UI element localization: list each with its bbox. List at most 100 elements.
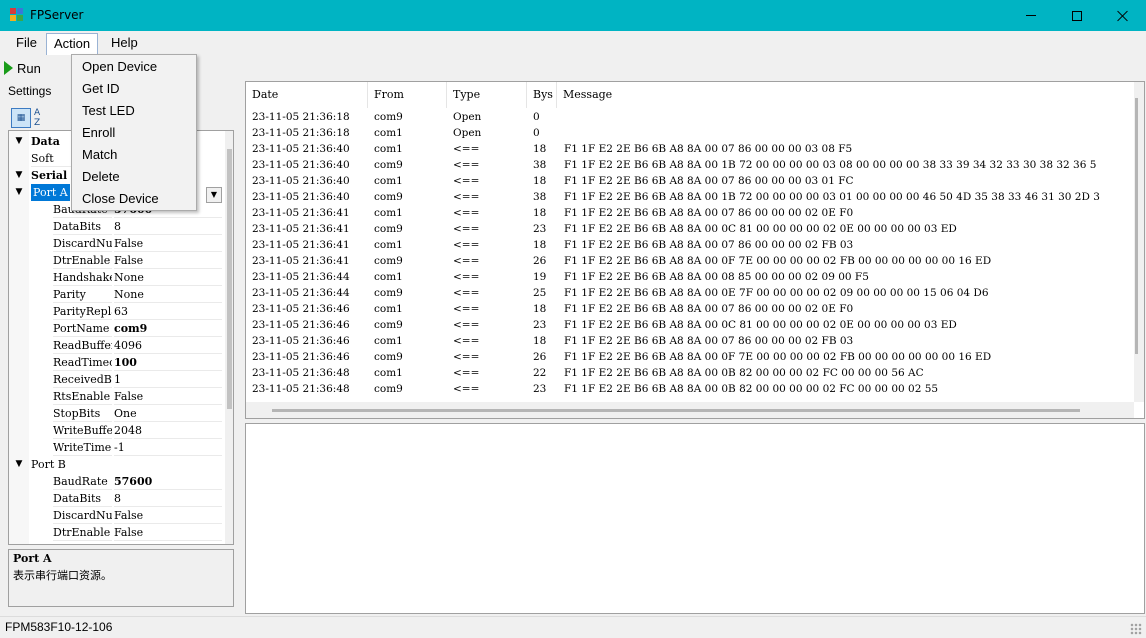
property-row[interactable]: DtrEnable False: [9, 524, 225, 541]
menu-help[interactable]: Help: [104, 33, 145, 55]
log-row[interactable]: 23-11-05 21:36:40 com1 <== 18 F1 1F E2 2E B6…: [246, 173, 1134, 189]
cell-type: <==: [453, 303, 480, 315]
property-row[interactable]: WriteTimeout-1: [9, 439, 225, 456]
property-value[interactable]: None: [114, 286, 222, 303]
property-row[interactable]: BaudRate57600: [9, 473, 225, 490]
cell-message: F1 1F E2 2E B6 6B A8 8A 00 08 85 00 00 0…: [564, 271, 869, 283]
property-value[interactable]: False: [114, 235, 222, 252]
scrollbar-thumb[interactable]: [272, 409, 1080, 412]
property-value[interactable]: One: [114, 405, 222, 422]
log-row[interactable]: 23-11-05 21:36:41 com1 <== 18 F1 1F E2 2E B6…: [246, 237, 1134, 253]
cell-bys: 18: [533, 239, 547, 251]
property-value[interactable]: 8: [114, 490, 222, 507]
window-title: FPServer: [30, 8, 84, 22]
property-value[interactable]: 100: [114, 354, 222, 371]
category-label: Data: [31, 135, 60, 148]
log-row[interactable]: 23-11-05 21:36:40 com9 <== 38 F1 1F E2 2E B6…: [246, 157, 1134, 173]
property-value[interactable]: 4096: [114, 337, 222, 354]
log-row[interactable]: 23-11-05 21:36:46 com9 <== 26 F1 1F E2 2E B6…: [246, 349, 1134, 365]
output-textbox[interactable]: [245, 423, 1145, 614]
minimize-button[interactable]: [1008, 0, 1054, 31]
log-row[interactable]: 23-11-05 21:36:41 com1 <== 18 F1 1F E2 2E B6…: [246, 205, 1134, 221]
collapse-icon[interactable]: ▼: [12, 167, 26, 184]
log-row[interactable]: 23-11-05 21:36:46 com9 <== 23 F1 1F E2 2E B6…: [246, 317, 1134, 333]
property-value[interactable]: 1: [114, 371, 222, 388]
run-button[interactable]: Run: [4, 58, 41, 78]
log-horizontal-scrollbar[interactable]: [246, 402, 1134, 418]
categorized-view-button[interactable]: ▦: [11, 108, 31, 128]
menu-item-delete[interactable]: Delete: [72, 166, 196, 188]
log-row[interactable]: 23-11-05 21:36:44 com1 <== 19 F1 1F E2 2E B6…: [246, 269, 1134, 285]
log-row[interactable]: 23-11-05 21:36:48 com1 <== 22 F1 1F E2 2E B6…: [246, 365, 1134, 381]
property-value[interactable]: None: [114, 269, 222, 286]
property-value[interactable]: False: [114, 388, 222, 405]
menu-item-test-led[interactable]: Test LED: [72, 100, 196, 122]
log-row[interactable]: 23-11-05 21:36:41 com9 <== 26 F1 1F E2 2E B6…: [246, 253, 1134, 269]
log-row[interactable]: 23-11-05 21:36:44 com9 <== 25 F1 1F E2 2E B6…: [246, 285, 1134, 301]
property-row[interactable]: RtsEnable False: [9, 388, 225, 405]
menu-item-match[interactable]: Match: [72, 144, 196, 166]
property-row[interactable]: ReadBufferSize4096: [9, 337, 225, 354]
property-value[interactable]: 8: [114, 218, 222, 235]
property-name: Handshake: [53, 271, 112, 286]
property-row[interactable]: Parity None: [9, 286, 225, 303]
cell-from: com9: [374, 255, 403, 267]
log-row[interactable]: 23-11-05 21:36:18 com9 Open 0: [246, 109, 1134, 125]
property-row[interactable]: DiscardNullFalse: [9, 507, 225, 524]
property-value[interactable]: False: [114, 507, 222, 524]
property-row[interactable]: DiscardNullFalse: [9, 235, 225, 252]
property-value[interactable]: 2048: [114, 422, 222, 439]
column-header-bys[interactable]: Bys: [527, 82, 557, 108]
column-header-message[interactable]: Message: [557, 82, 1136, 108]
resize-grip-icon[interactable]: [1130, 623, 1142, 635]
log-row[interactable]: 23-11-05 21:36:18 com1 Open 0: [246, 125, 1134, 141]
menu-item-get-id[interactable]: Get ID: [72, 78, 196, 100]
log-vertical-scrollbar[interactable]: [1134, 82, 1144, 402]
property-row[interactable]: WriteBufferSize2048: [9, 422, 225, 439]
property-value[interactable]: 57600: [114, 473, 222, 490]
log-row[interactable]: 23-11-05 21:36:48 com9 <== 23 F1 1F E2 2E B6…: [246, 381, 1134, 397]
property-row[interactable]: ReceivedBytesThreshold1: [9, 371, 225, 388]
menu-item-open-device[interactable]: Open Device: [72, 56, 196, 78]
property-value[interactable]: -1: [114, 439, 222, 456]
menu-item-enroll[interactable]: Enroll: [72, 122, 196, 144]
column-header-type[interactable]: Type: [447, 82, 527, 108]
log-row[interactable]: 23-11-05 21:36:46 com1 <== 18 F1 1F E2 2E B6…: [246, 333, 1134, 349]
property-value[interactable]: False: [114, 252, 222, 269]
cell-date: 23-11-05 21:36:18: [252, 111, 350, 123]
property-value[interactable]: 63: [114, 303, 222, 320]
property-row[interactable]: PortName com9: [9, 320, 225, 337]
property-value[interactable]: com9: [114, 320, 222, 337]
property-row[interactable]: DataBits 8: [9, 218, 225, 235]
maximize-button[interactable]: [1054, 0, 1100, 31]
menu-action[interactable]: Action: [46, 33, 99, 55]
menu-file[interactable]: File: [9, 33, 44, 55]
collapse-icon[interactable]: ▼: [12, 133, 26, 150]
collapse-icon[interactable]: ▼: [12, 184, 26, 201]
column-header-from[interactable]: From: [368, 82, 447, 108]
property-row[interactable]: DtrEnable False: [9, 252, 225, 269]
log-row[interactable]: 23-11-05 21:36:40 com9 <== 38 F1 1F E2 2E B6…: [246, 189, 1134, 205]
scrollbar-thumb[interactable]: [227, 149, 232, 409]
cell-date: 23-11-05 21:36:46: [252, 351, 350, 363]
log-row[interactable]: 23-11-05 21:36:40 com1 <== 18 F1 1F E2 2E B6…: [246, 141, 1134, 157]
property-row[interactable]: ParityReplace63: [9, 303, 225, 320]
menu-item-close-device[interactable]: Close Device: [72, 188, 196, 210]
log-row[interactable]: 23-11-05 21:36:41 com9 <== 23 F1 1F E2 2E B6…: [246, 221, 1134, 237]
collapse-icon[interactable]: ▼: [12, 456, 26, 473]
column-header-date[interactable]: Date: [246, 82, 368, 108]
log-row[interactable]: 23-11-05 21:36:46 com1 <== 18 F1 1F E2 2E B6…: [246, 301, 1134, 317]
property-row[interactable]: Handshake None: [9, 269, 225, 286]
property-grid-scrollbar[interactable]: [225, 131, 233, 544]
alphabetical-sort-icon[interactable]: AZ: [34, 108, 46, 128]
property-row[interactable]: ReadTimeout100: [9, 354, 225, 371]
title-bar[interactable]: FPServer: [0, 0, 1146, 31]
category-port-b[interactable]: ▼ Port B: [9, 456, 225, 473]
property-row[interactable]: DataBits 8: [9, 490, 225, 507]
property-value[interactable]: False: [114, 524, 222, 541]
property-row[interactable]: StopBits One: [9, 405, 225, 422]
scrollbar-thumb[interactable]: [1135, 98, 1138, 354]
close-button[interactable]: [1100, 0, 1146, 31]
selected-property-port-a[interactable]: Port A: [31, 184, 70, 201]
category-label: Serial: [31, 169, 68, 182]
